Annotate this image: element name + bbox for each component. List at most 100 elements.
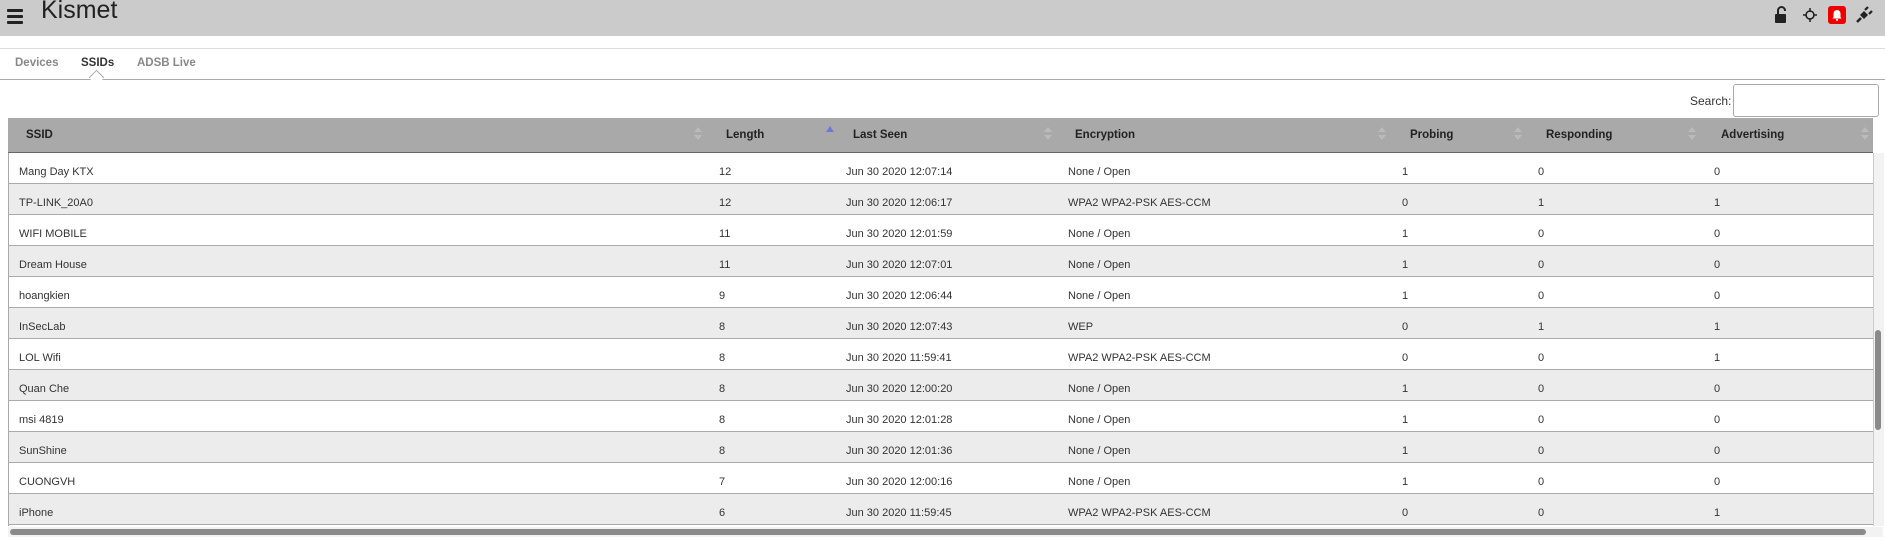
cell-ssid: msi 4819 — [19, 414, 64, 426]
cell-encryption: None / Open — [1068, 290, 1131, 302]
cell-length: 11 — [719, 228, 731, 240]
cell-encryption: WEP — [1068, 321, 1094, 333]
app-title: Kismet — [41, 0, 118, 24]
tab-ssids[interactable]: SSIDs — [81, 57, 114, 69]
cell-responding: 0 — [1538, 166, 1545, 178]
table-row[interactable]: Mang Day KTX 12 Jun 30 2020 12:07:14 None /… — [9, 153, 1874, 184]
table-row[interactable]: iPhone 6 Jun 30 2020 11:59:45 WPA2 WPA2-PSK… — [9, 494, 1874, 525]
cell-responding: 0 — [1538, 414, 1545, 426]
cell-length: 11 — [719, 259, 731, 271]
header-icons — [1770, 4, 1875, 26]
cell-encryption: None / Open — [1068, 383, 1131, 395]
sort-icon[interactable] — [1514, 127, 1522, 141]
cell-last-seen: Jun 30 2020 12:01:59 — [846, 228, 953, 240]
vertical-scrollbar[interactable] — [1873, 153, 1884, 526]
cell-advertising: 0 — [1714, 383, 1721, 395]
cell-length: 7 — [719, 476, 726, 488]
table-row[interactable]: SunShine 8 Jun 30 2020 12:01:36 None / Open… — [9, 432, 1874, 463]
tab-devices[interactable]: Devices — [15, 57, 58, 69]
cell-encryption: None / Open — [1068, 228, 1131, 240]
sort-icon[interactable] — [694, 127, 702, 141]
cell-length: 8 — [719, 321, 726, 333]
cell-length: 6 — [719, 507, 726, 519]
cell-last-seen: Jun 30 2020 12:00:16 — [846, 476, 953, 488]
cell-advertising: 0 — [1714, 445, 1721, 457]
cell-ssid: Mang Day KTX — [19, 166, 94, 178]
sort-icon[interactable] — [1688, 127, 1696, 141]
horizontal-scroll-thumb[interactable] — [10, 529, 1866, 535]
cell-ssid: hoangkien — [19, 290, 70, 302]
table-row[interactable]: Dream House 11 Jun 30 2020 12:07:01 None / … — [9, 246, 1874, 277]
cell-advertising: 1 — [1714, 507, 1721, 519]
cell-responding: 0 — [1538, 476, 1545, 488]
horizontal-scrollbar[interactable] — [8, 527, 1883, 537]
cell-advertising: 0 — [1714, 290, 1721, 302]
crosshair-icon[interactable] — [1799, 4, 1821, 26]
vertical-scroll-thumb[interactable] — [1875, 330, 1881, 430]
table-row[interactable]: Quan Che 8 Jun 30 2020 12:00:20 None / Open… — [9, 370, 1874, 401]
table-row[interactable]: TP-LINK_20A0 12 Jun 30 2020 12:06:17 WPA2 W… — [9, 184, 1874, 215]
cell-encryption: WPA2 WPA2-PSK AES-CCM — [1068, 507, 1211, 519]
sort-icon[interactable] — [1378, 127, 1386, 141]
cell-responding: 0 — [1538, 352, 1545, 364]
cell-responding: 0 — [1538, 228, 1545, 240]
sort-icon[interactable] — [1044, 127, 1052, 141]
table-row[interactable]: hoangkien 9 Jun 30 2020 12:06:44 None / Ope… — [9, 277, 1874, 308]
cell-encryption: WPA2 WPA2-PSK AES-CCM — [1068, 352, 1211, 364]
cell-responding: 0 — [1538, 290, 1545, 302]
cell-encryption: None / Open — [1068, 166, 1131, 178]
table-row[interactable]: CUONGVH 7 Jun 30 2020 12:00:16 None / Open 1… — [9, 463, 1874, 494]
cell-probing: 1 — [1402, 445, 1409, 457]
tab-bar — [0, 49, 1885, 80]
cell-encryption: None / Open — [1068, 476, 1131, 488]
column-header-last-seen[interactable]: Last Seen — [853, 129, 907, 141]
cell-probing: 1 — [1402, 476, 1409, 488]
sort-ascending-icon[interactable] — [826, 126, 834, 132]
cell-last-seen: Jun 30 2020 11:59:45 — [846, 507, 952, 519]
cell-length: 8 — [719, 352, 726, 364]
cell-advertising: 0 — [1714, 228, 1721, 240]
column-header-probing[interactable]: Probing — [1410, 129, 1453, 141]
tab-adsb-live[interactable]: ADSB Live — [137, 57, 196, 69]
table-row[interactable]: LOL Wifi 8 Jun 30 2020 11:59:41 WPA2 WPA2-P… — [9, 339, 1874, 370]
table-row[interactable]: msi 4819 8 Jun 30 2020 12:01:28 None / Open… — [9, 401, 1874, 432]
cell-length: 8 — [719, 383, 726, 395]
alert-bell-icon[interactable] — [1828, 6, 1846, 24]
column-header-encryption[interactable]: Encryption — [1075, 129, 1135, 141]
power-plug-icon[interactable] — [1853, 4, 1875, 26]
column-header-advertising[interactable]: Advertising — [1721, 129, 1784, 141]
table-row[interactable]: WIFI MOBILE 11 Jun 30 2020 12:01:59 None / … — [9, 215, 1874, 246]
cell-length: 8 — [719, 414, 726, 426]
column-header-length[interactable]: Length — [726, 129, 764, 141]
search-input[interactable] — [1733, 84, 1879, 117]
cell-probing: 0 — [1402, 507, 1409, 519]
cell-probing: 0 — [1402, 352, 1409, 364]
cell-last-seen: Jun 30 2020 12:06:17 — [846, 197, 953, 209]
cell-advertising: 0 — [1714, 476, 1721, 488]
cell-advertising: 1 — [1714, 321, 1721, 333]
hamburger-menu-icon[interactable] — [7, 9, 23, 24]
cell-advertising: 1 — [1714, 352, 1721, 364]
cell-advertising: 0 — [1714, 259, 1721, 271]
cell-ssid: iPhone — [19, 507, 54, 519]
cell-responding: 0 — [1538, 507, 1545, 519]
cell-encryption: None / Open — [1068, 445, 1131, 457]
cell-ssid: InSecLab — [19, 321, 66, 333]
cell-last-seen: Jun 30 2020 12:07:01 — [846, 259, 953, 271]
cell-responding: 1 — [1538, 321, 1545, 333]
column-header-responding[interactable]: Responding — [1546, 129, 1612, 141]
cell-probing: 1 — [1402, 290, 1409, 302]
column-header-ssid[interactable]: SSID — [26, 129, 53, 141]
sort-icon[interactable] — [1861, 127, 1869, 141]
cell-advertising: 0 — [1714, 414, 1721, 426]
cell-ssid: WIFI MOBILE — [19, 228, 87, 240]
table-row[interactable]: InSecLab 8 Jun 30 2020 12:07:43 WEP 0 1 1 — [9, 308, 1874, 339]
cell-length: 9 — [719, 290, 726, 302]
cell-last-seen: Jun 30 2020 12:06:44 — [846, 290, 953, 302]
cell-length: 8 — [719, 445, 726, 457]
cell-probing: 1 — [1402, 383, 1409, 395]
cell-responding: 1 — [1538, 197, 1545, 209]
lock-open-icon[interactable] — [1770, 4, 1792, 26]
cell-ssid: Dream House — [19, 259, 87, 271]
cell-probing: 1 — [1402, 228, 1409, 240]
